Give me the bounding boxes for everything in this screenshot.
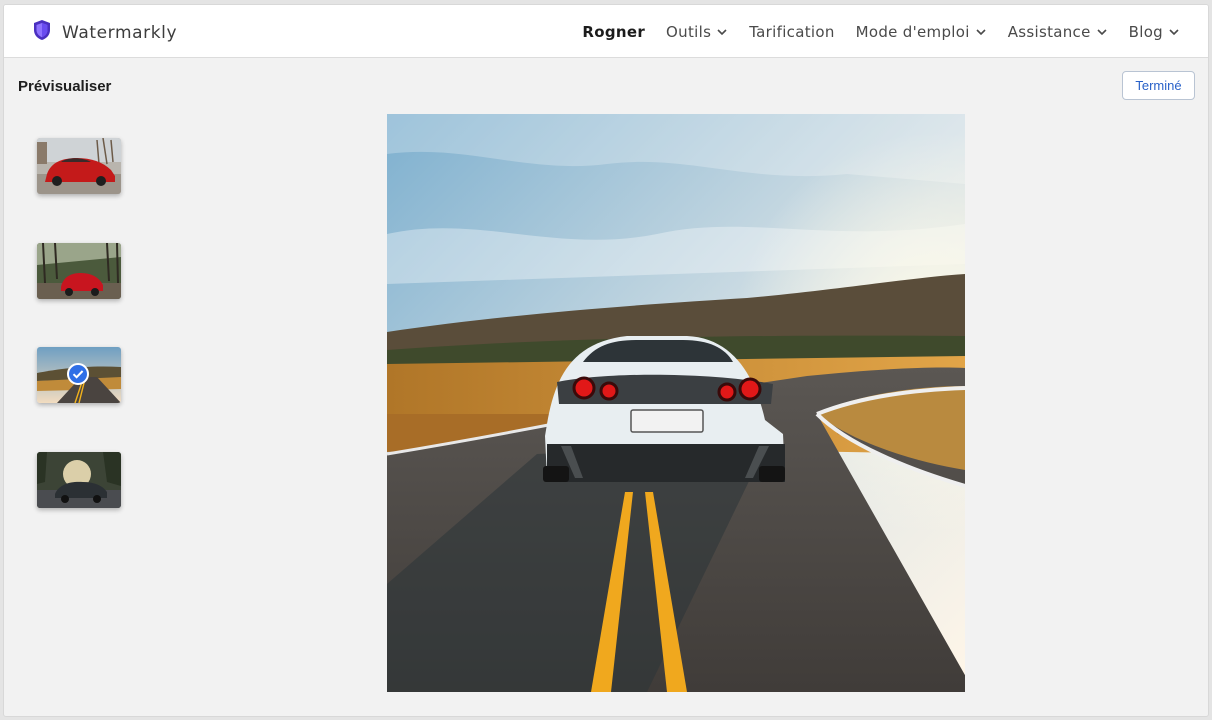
done-button[interactable]: Terminé [1122, 71, 1195, 100]
nav-item-label: Rogner [582, 22, 646, 41]
app-window: Watermarkly Rogner Outils Tarification M… [3, 4, 1209, 717]
nav-item-label: Blog [1128, 22, 1163, 41]
nav-item-tarification[interactable]: Tarification [749, 23, 834, 41]
nav-item-blog[interactable]: Blog [1129, 23, 1180, 41]
nav-item-outils[interactable]: Outils [666, 23, 728, 41]
brand[interactable]: Watermarkly [32, 19, 177, 46]
chevron-down-icon [1169, 28, 1179, 35]
chevron-down-icon [976, 28, 986, 35]
thumbnail-dark-car-sunset[interactable] [37, 452, 121, 508]
thumbnail-red-car-parking[interactable] [37, 138, 121, 194]
chevron-down-icon [1097, 28, 1107, 35]
main-preview-image [387, 114, 965, 692]
preview-title: Prévisualiser [18, 78, 112, 95]
nav-item-label: Mode d'emploi [855, 22, 970, 41]
nav-item-label: Assistance [1007, 22, 1091, 41]
thumbnail-red-car-forest[interactable] [37, 243, 121, 299]
nav-item-label: Tarification [749, 22, 835, 41]
thumbnail-road-sunset[interactable] [37, 347, 121, 403]
nav-item-label: Outils [666, 22, 712, 41]
nav-item-mode-emploi[interactable]: Mode d'emploi [856, 23, 987, 41]
selected-check-icon [67, 363, 89, 385]
shield-icon [32, 19, 52, 46]
brand-name: Watermarkly [62, 22, 178, 43]
nav-item-assistance[interactable]: Assistance [1008, 23, 1108, 41]
top-navigation-bar: Watermarkly Rogner Outils Tarification M… [4, 5, 1208, 58]
chevron-down-icon [717, 28, 727, 35]
nav-item-rogner[interactable]: Rogner [582, 23, 645, 41]
main-nav: Rogner Outils Tarification Mode d'emploi… [582, 5, 1180, 58]
